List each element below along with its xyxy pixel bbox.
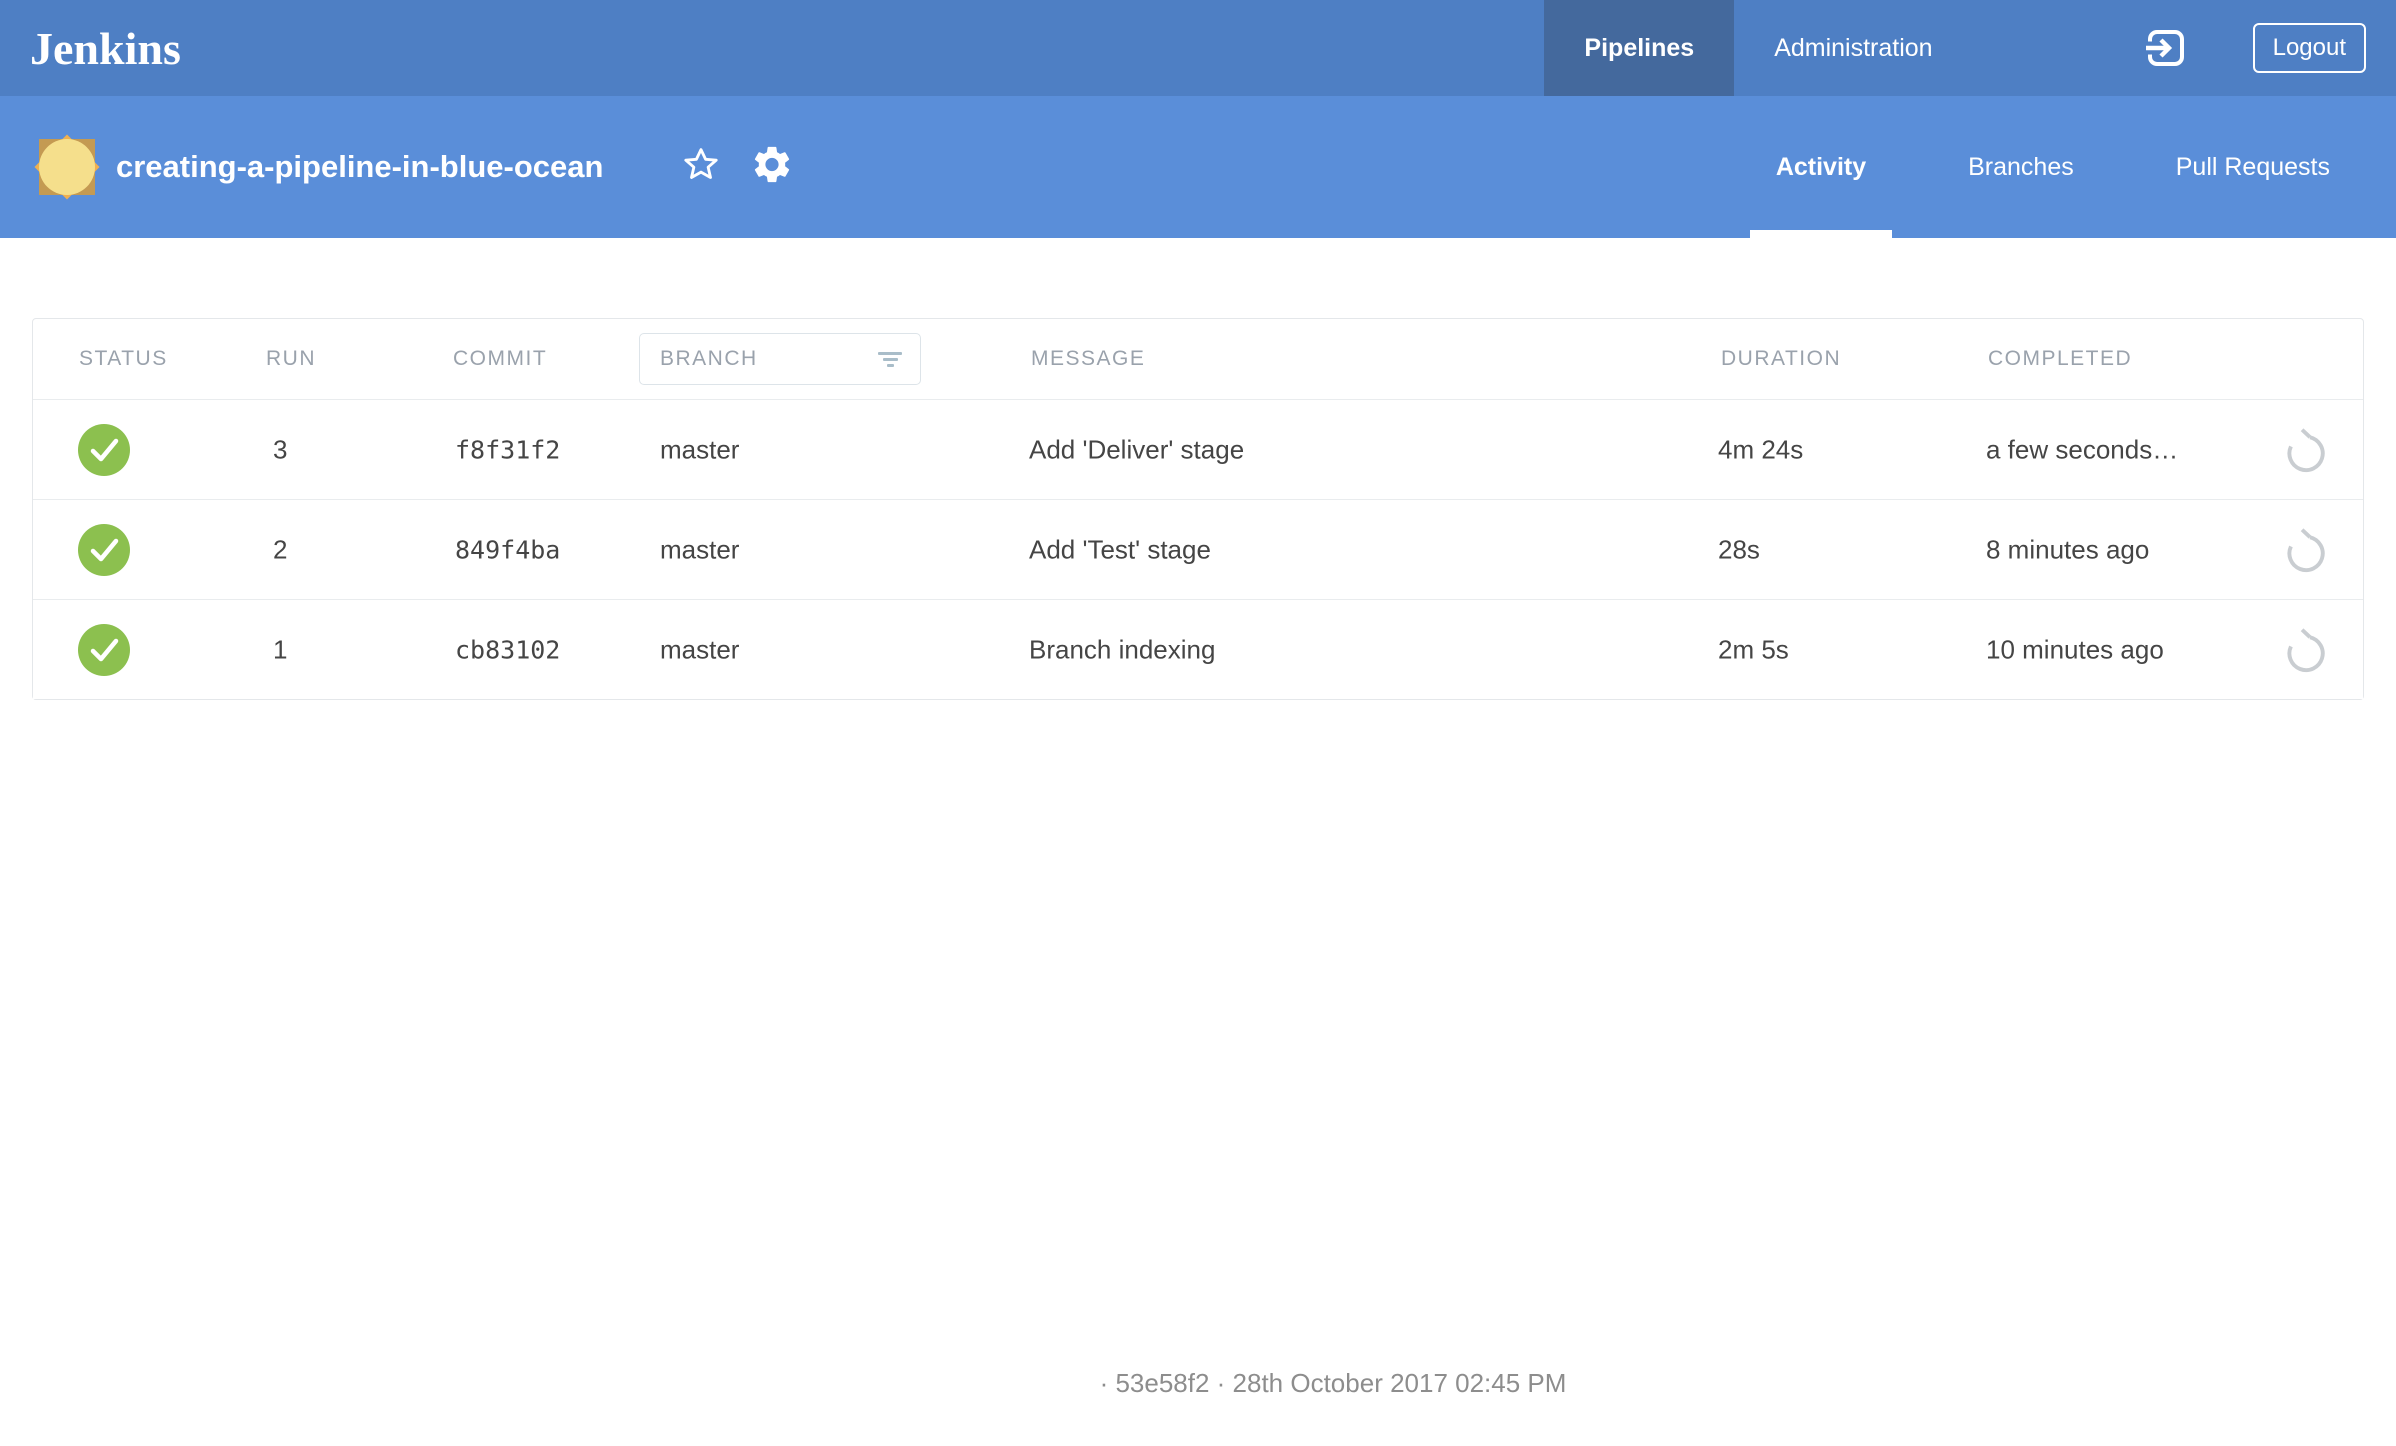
column-header-message: MESSAGE (1031, 347, 1145, 371)
run-number: 3 (273, 434, 287, 465)
top-nav-right: Pipelines Administration Logout (1544, 0, 2396, 96)
column-header-status: STATUS (79, 347, 168, 371)
activity-table-rows: 3 f8f31f2 master Add 'Deliver' stage 4m … (33, 399, 2363, 699)
branch-name: master (660, 634, 739, 665)
column-header-commit: COMMIT (453, 347, 547, 371)
success-status-icon (78, 624, 130, 676)
run-message: Branch indexing (1029, 634, 1215, 665)
run-completed: a few seconds… (1986, 434, 2178, 465)
jenkins-logo: Jenkins (30, 22, 181, 75)
success-status-icon (78, 424, 130, 476)
table-row[interactable]: 2 849f4ba master Add 'Test' stage 28s 8 … (33, 499, 2363, 599)
tab-branches[interactable]: Branches (1942, 96, 2100, 238)
success-status-icon (78, 524, 130, 576)
table-row[interactable]: 1 cb83102 master Branch indexing 2m 5s 1… (33, 599, 2363, 699)
tab-activity-label: Activity (1776, 153, 1866, 182)
status-cell (78, 524, 130, 576)
column-header-duration: DURATION (1721, 347, 1841, 371)
branch-name: master (660, 534, 739, 565)
favorite-star-icon[interactable] (682, 146, 720, 189)
nav-tab-administration-label: Administration (1774, 34, 1932, 63)
nav-tab-administration[interactable]: Administration (1734, 0, 1972, 96)
run-message: Add 'Test' stage (1029, 534, 1211, 565)
branch-name: master (660, 434, 739, 465)
logout-button[interactable]: Logout (2253, 23, 2366, 73)
replay-button[interactable] (2283, 527, 2329, 573)
run-number: 1 (273, 634, 287, 665)
replay-button[interactable] (2283, 427, 2329, 473)
pipeline-title: creating-a-pipeline-in-blue-ocean (116, 96, 603, 238)
column-header-run: RUN (266, 347, 316, 371)
run-duration: 28s (1718, 534, 1760, 565)
replay-button[interactable] (2283, 627, 2329, 673)
tab-branches-label: Branches (1968, 153, 2074, 182)
nav-tab-pipelines-label: Pipelines (1584, 34, 1694, 63)
status-cell (78, 424, 130, 476)
status-cell (78, 624, 130, 676)
pipeline-header-bar: creating-a-pipeline-in-blue-ocean Activi… (0, 96, 2396, 238)
top-nav-bar: Jenkins Pipelines Administration Logout (0, 0, 2396, 96)
branch-filter-icon (878, 352, 902, 366)
commit-hash: cb83102 (455, 635, 560, 664)
run-message: Add 'Deliver' stage (1029, 434, 1244, 465)
pipeline-health-icon (34, 134, 100, 200)
tab-activity[interactable]: Activity (1750, 96, 1892, 238)
tab-pull-requests[interactable]: Pull Requests (2150, 96, 2356, 238)
tab-pull-requests-label: Pull Requests (2176, 153, 2330, 182)
column-header-completed: COMPLETED (1988, 347, 2132, 371)
commit-hash: f8f31f2 (455, 435, 560, 464)
exit-icon[interactable] (2143, 25, 2189, 71)
branch-filter-dropdown[interactable]: BRANCH (639, 333, 921, 385)
pipeline-tabs: Activity Branches Pull Requests (1750, 96, 2356, 238)
run-completed: 8 minutes ago (1986, 534, 2149, 565)
run-completed: 10 minutes ago (1986, 634, 2164, 665)
column-header-branch: BRANCH (660, 347, 758, 371)
activity-table: STATUS RUN COMMIT BRANCH MESSAGE DURATIO… (32, 318, 2364, 700)
commit-hash: 849f4ba (455, 535, 560, 564)
nav-tab-pipelines[interactable]: Pipelines (1544, 0, 1734, 96)
settings-gear-icon[interactable] (750, 143, 794, 192)
run-number: 2 (273, 534, 287, 565)
activity-table-header: STATUS RUN COMMIT BRANCH MESSAGE DURATIO… (33, 319, 2363, 399)
version-info: · 53e58f2 · 28th October 2017 02:45 PM (135, 1368, 2396, 1399)
run-duration: 2m 5s (1718, 634, 1789, 665)
table-row[interactable]: 3 f8f31f2 master Add 'Deliver' stage 4m … (33, 399, 2363, 499)
run-duration: 4m 24s (1718, 434, 1803, 465)
